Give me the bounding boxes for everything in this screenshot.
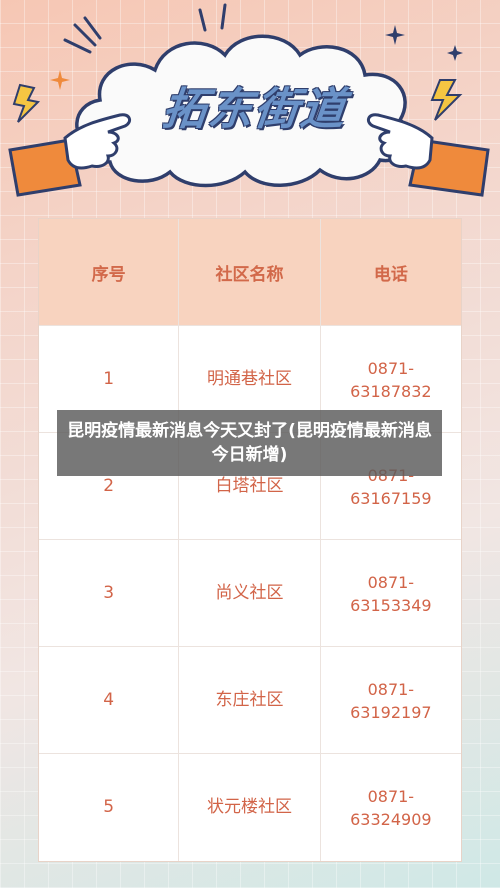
sparkle-icon bbox=[447, 45, 463, 61]
table-row: 4 东庄社区 0871- 63192197 bbox=[39, 646, 461, 754]
cell-community-name: 尚义社区 bbox=[178, 540, 319, 647]
table-row: 5 状元楼社区 0871- 63324909 bbox=[39, 753, 461, 861]
banner: 拓东街道 bbox=[0, 0, 500, 220]
cell-community-name: 状元楼社区 bbox=[178, 754, 319, 861]
cell-community-name: 东庄社区 bbox=[178, 647, 319, 754]
lightning-icon bbox=[430, 79, 463, 121]
header-serial: 序号 bbox=[91, 264, 126, 285]
cell-phone: 0871- 63153349 bbox=[319, 540, 461, 647]
header-phone: 电话 bbox=[319, 219, 461, 325]
table-row: 3 尚义社区 0871- 63153349 bbox=[39, 539, 461, 647]
community-table: 序号 社区名称 电话 1 明通巷社区 0871- 63187832 2 白塔社区… bbox=[38, 218, 462, 862]
cell-serial: 4 bbox=[103, 690, 115, 710]
sparkle-icon bbox=[385, 25, 405, 45]
deco-stroke bbox=[198, 3, 227, 32]
sparkle-icon bbox=[50, 70, 70, 90]
lightning-icon bbox=[12, 83, 41, 123]
cell-serial: 3 bbox=[103, 583, 115, 603]
cell-serial: 5 bbox=[103, 797, 115, 817]
header-community-name: 社区名称 bbox=[178, 219, 319, 325]
cell-phone: 0871- 63192197 bbox=[319, 647, 461, 754]
deco-stroke bbox=[63, 16, 102, 54]
table-header: 序号 社区名称 电话 bbox=[39, 219, 461, 325]
banner-title: 拓东街道 bbox=[159, 84, 350, 135]
cell-phone: 0871- 63324909 bbox=[319, 754, 461, 861]
caption-overlay[interactable]: 昆明疫情最新消息今天又封了(昆明疫情最新消息今日新增) bbox=[57, 410, 442, 476]
